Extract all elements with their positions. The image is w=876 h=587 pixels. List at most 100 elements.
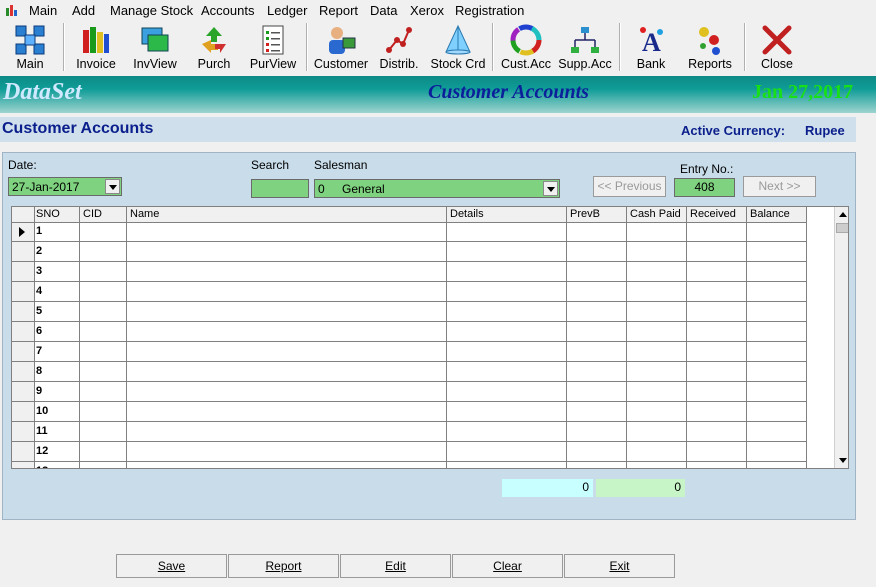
toolbar-purch-label: Purch (197, 57, 231, 71)
toolbar-bank-button[interactable]: A Bank (626, 21, 676, 73)
column-header-details: Details (450, 208, 484, 220)
toolbar-purview-label: PurView (249, 57, 297, 71)
column-header-prevb: PrevB (570, 208, 600, 220)
accounts-grid[interactable]: SNO CID Name Details PrevB Cash Paid Rec… (11, 206, 849, 469)
edit-button[interactable]: Edit (340, 554, 451, 578)
clear-button[interactable]: Clear (452, 554, 563, 578)
bank-icon: A (640, 27, 663, 56)
salesman-select[interactable]: 0 General (314, 179, 560, 198)
grid-divider (626, 207, 627, 468)
grid-divider (34, 207, 35, 468)
report-button-label: Report (265, 559, 302, 573)
scroll-thumb[interactable] (836, 223, 848, 233)
date-label: Date: (8, 158, 37, 172)
grid-header: SNO CID Name Details PrevB Cash Paid Rec… (12, 207, 807, 223)
grid-divider (746, 207, 747, 468)
windows-icon (141, 27, 169, 52)
tree-icon (571, 27, 599, 53)
table-row[interactable]: 1 (12, 222, 807, 242)
form-subheader: Customer Accounts Active Currency: Rupee (0, 117, 856, 142)
reports-icon (699, 27, 720, 55)
menu-data[interactable]: Data (370, 3, 397, 18)
toolbar-stock-crd-button[interactable]: Stock Crd (428, 21, 488, 73)
toolbar-customer-button[interactable]: Customer (312, 21, 370, 73)
date-value: 27-Jan-2017 (12, 180, 80, 194)
menu-manage-stock[interactable]: Manage Stock (110, 3, 193, 18)
menu-add[interactable]: Add (72, 3, 95, 18)
grid-divider (446, 207, 447, 468)
customer-icon (329, 27, 356, 54)
menu-xerox[interactable]: Xerox (410, 3, 444, 18)
chevron-down-icon[interactable] (543, 181, 558, 196)
toolbar-distrib-button[interactable]: Distrib. (376, 21, 422, 73)
row-sno: 13 (36, 465, 48, 468)
search-input[interactable] (251, 179, 309, 198)
total-cash-paid: 0 (502, 479, 593, 497)
row-sno: 9 (36, 385, 43, 397)
toolbar-invoice-button[interactable]: Invoice (70, 21, 122, 73)
clear-button-label: Clear (493, 559, 522, 573)
toolbar-reports-button[interactable]: Reports (684, 21, 736, 73)
toolbar-main-button[interactable]: Main (4, 21, 56, 73)
row-sno: 8 (36, 365, 43, 377)
scroll-up-icon[interactable] (835, 207, 848, 222)
table-row[interactable]: 5 (12, 302, 807, 322)
toolbar-cust-acc-button[interactable]: Cust.Acc (497, 21, 555, 73)
row-sno: 12 (36, 445, 49, 457)
chevron-down-icon[interactable] (105, 179, 120, 194)
menu-accounts[interactable]: Accounts (201, 3, 254, 18)
table-row[interactable]: 9 (12, 382, 807, 402)
salesman-name: General (342, 182, 385, 196)
table-row[interactable]: 3 (12, 262, 807, 282)
toolbar-invview-button[interactable]: InvView (129, 21, 181, 73)
row-sno: 3 (36, 265, 43, 277)
grid-divider (126, 207, 127, 468)
exit-button-label: Exit (609, 559, 630, 573)
exit-button[interactable]: Exit (564, 554, 675, 578)
column-header-cid: CID (83, 208, 102, 220)
row-sno: 11 (36, 425, 48, 437)
toolbar-stock-crd-label: Stock Crd (430, 57, 486, 71)
column-header-balance: Balance (750, 208, 790, 220)
save-button[interactable]: Save (116, 554, 227, 578)
table-row[interactable]: 13 (12, 462, 807, 468)
header-banner: DataSet Customer Accounts Jan 27,2017 (0, 76, 876, 113)
table-row[interactable]: 4 (12, 282, 807, 302)
toolbar-close-label: Close (761, 57, 793, 71)
menu-ledger[interactable]: Ledger (267, 3, 307, 18)
total-received: 0 (596, 479, 685, 497)
toolbar-close-button[interactable]: Close (752, 21, 802, 73)
table-row[interactable]: 12 (12, 442, 807, 462)
toolbar-purch-button[interactable]: Purch (188, 21, 240, 73)
pyramid-icon (445, 24, 471, 55)
table-row[interactable]: 8 (12, 362, 807, 382)
toolbar-reports-label: Reports (688, 57, 732, 71)
entry-no-field[interactable]: 408 (674, 178, 735, 197)
scroll-down-icon[interactable] (835, 453, 848, 468)
toolbar-supp-acc-button[interactable]: Supp.Acc (557, 21, 613, 73)
report-button[interactable]: Report (228, 554, 339, 578)
table-row[interactable]: 7 (12, 342, 807, 362)
table-row[interactable]: 11 (12, 422, 807, 442)
grid-scrollbar[interactable] (834, 207, 848, 468)
row-sno: 10 (36, 405, 49, 417)
next-button[interactable]: Next >> (743, 176, 816, 197)
toolbar-main-label: Main (16, 57, 44, 71)
menu-report[interactable]: Report (319, 3, 358, 18)
column-header-cash-paid: Cash Paid (630, 208, 681, 220)
close-icon (762, 25, 792, 55)
brand-name: DataSet (3, 79, 82, 105)
row-sno: 6 (36, 325, 43, 337)
table-row[interactable]: 6 (12, 322, 807, 342)
date-picker[interactable]: 27-Jan-2017 (8, 177, 122, 196)
current-row-arrow-icon (19, 227, 25, 237)
menu-registration[interactable]: Registration (455, 3, 524, 18)
table-row[interactable]: 2 (12, 242, 807, 262)
toolbar-bank-label: Bank (636, 57, 666, 71)
app-icon (6, 5, 17, 16)
previous-button[interactable]: << Previous (593, 176, 666, 197)
currency-value: Rupee (805, 123, 845, 138)
menu-main[interactable]: Main (29, 3, 57, 18)
toolbar-purview-button[interactable]: PurView (247, 21, 299, 73)
table-row[interactable]: 10 (12, 402, 807, 422)
